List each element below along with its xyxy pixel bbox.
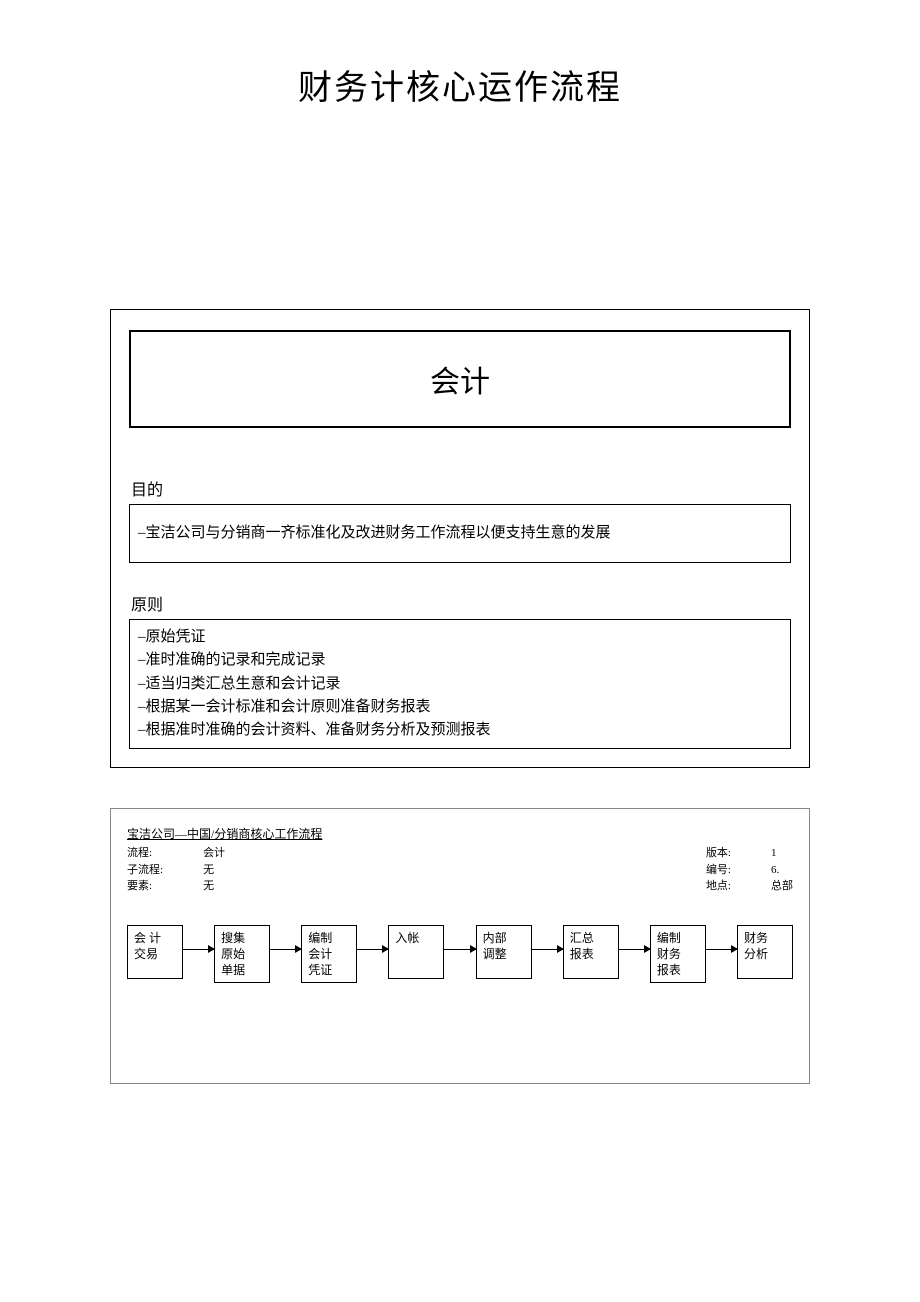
flow-meta-left: 流程: 会计 子流程: 无 要素: 无	[127, 845, 265, 895]
meta-value: 1	[771, 847, 777, 859]
meta-value: 会计	[203, 845, 265, 862]
meta-label: 编号:	[706, 862, 771, 879]
arrow-icon	[357, 949, 388, 950]
flow-chart: 会 计交易 搜集原始单据 编制会计凭证 入帐 内部调整 汇总报表 编制财务报表 …	[127, 925, 793, 984]
principles-box: –原始凭证 –准时准确的记录和完成记录 –适当归类汇总生意和会计记录 –根据某一…	[129, 619, 791, 749]
arrow-icon	[619, 949, 650, 950]
flow-container: 宝洁公司—中国/分销商核心工作流程 流程: 会计 子流程: 无 要素: 无 版本…	[110, 808, 810, 1084]
flow-step: 会 计交易	[127, 925, 183, 979]
arrow-icon	[706, 949, 737, 950]
meta-label: 地点:	[706, 878, 771, 895]
meta-value: 总部	[771, 880, 793, 892]
meta-value: 无	[203, 878, 265, 895]
section-accounting: 会计 目的 –宝洁公司与分销商一齐标准化及改进财务工作流程以便支持生意的发展 原…	[110, 309, 810, 768]
flow-step: 编制财务报表	[650, 925, 706, 984]
meta-label: 子流程:	[127, 862, 203, 879]
principle-item: –原始凭证	[138, 626, 782, 649]
meta-label: 流程:	[127, 845, 203, 862]
principle-item: –根据准时准确的会计资料、准备财务分析及预测报表	[138, 719, 782, 742]
meta-value: 6.	[771, 864, 779, 876]
flow-step: 编制会计凭证	[301, 925, 357, 984]
flow-meta: 流程: 会计 子流程: 无 要素: 无 版本: 1 编号:	[127, 845, 793, 895]
flow-step: 内部调整	[476, 925, 532, 979]
principle-item: –准时准确的记录和完成记录	[138, 649, 782, 672]
principle-item: –根据某一会计标准和会计原则准备财务报表	[138, 696, 782, 719]
flow-step: 入帐	[388, 925, 444, 979]
flow-step: 搜集原始单据	[214, 925, 270, 984]
flow-title: 宝洁公司—中国/分销商核心工作流程	[127, 825, 793, 842]
meta-label: 版本:	[706, 845, 771, 862]
principles-label: 原则	[129, 591, 791, 615]
accounting-header: 会计	[129, 330, 791, 428]
meta-label: 要素:	[127, 878, 203, 895]
meta-value: 无	[203, 862, 265, 879]
flow-step: 财务分析	[737, 925, 793, 979]
purpose-label: 目的	[129, 476, 791, 500]
principle-item: –适当归类汇总生意和会计记录	[138, 673, 782, 696]
purpose-box: –宝洁公司与分销商一齐标准化及改进财务工作流程以便支持生意的发展	[129, 504, 791, 563]
arrow-icon	[532, 949, 563, 950]
arrow-icon	[270, 949, 301, 950]
page-title: 财务计核心运作流程	[110, 60, 810, 109]
flow-header: 宝洁公司—中国/分销商核心工作流程 流程: 会计 子流程: 无 要素: 无 版本…	[127, 825, 793, 895]
arrow-icon	[444, 949, 475, 950]
flow-step: 汇总报表	[563, 925, 619, 979]
flow-meta-right: 版本: 1 编号: 6. 地点: 总部	[706, 845, 793, 895]
arrow-icon	[183, 949, 214, 950]
